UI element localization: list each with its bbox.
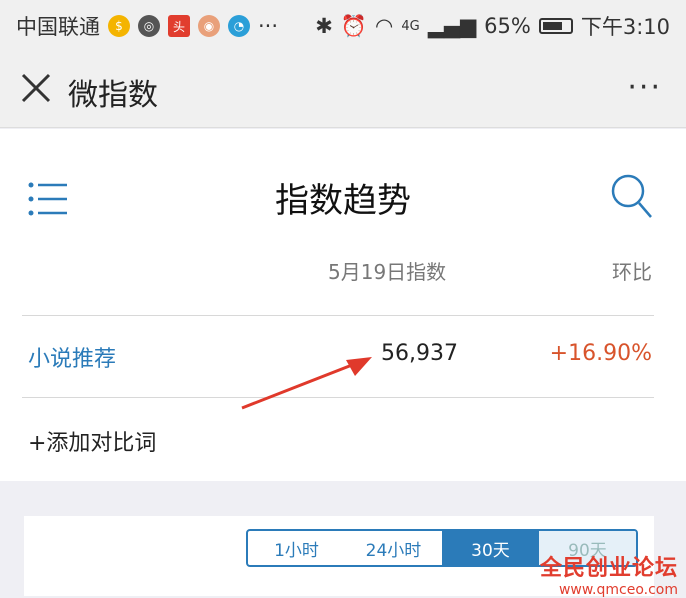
divider [22, 315, 654, 316]
tab-24-hours[interactable]: 24小时 [345, 531, 442, 565]
coin-app-icon: $ [108, 15, 130, 37]
signal-icon: ▂▄▆ [427, 14, 477, 38]
watermark-title: 全民创业论坛 [539, 556, 678, 581]
index-value: 56,937 [381, 341, 458, 366]
status-left: 中国联通 $ ◎ 头 ◉ ◔ ··· [16, 11, 278, 41]
location-pin-icon: ◉ [198, 15, 220, 37]
wifi-icon: ◠ [375, 14, 394, 38]
wechat-icon: ◎ [138, 15, 160, 37]
status-right: ✱ ⏰ ◠ 4G ▂▄▆ 65% 下午3:10 [315, 11, 670, 41]
news-app-icon: 头 [168, 15, 190, 37]
keyword-link[interactable]: 小说推荐 [28, 341, 116, 373]
watermark: 全民创业论坛 www.qmceo.com [540, 550, 678, 598]
column-header-date-index: 5月19日指数 [328, 260, 447, 284]
ratio-change: +16.90% [549, 341, 652, 366]
app-title: 微指数 [68, 78, 158, 113]
signal-label: 4G [401, 18, 420, 34]
browser-icon: ◔ [228, 15, 250, 37]
index-trend-card: 指数趋势 5月19日指数 环比 小说推荐 56,937 +16.90% +添加对… [0, 129, 686, 481]
search-icon [611, 174, 652, 218]
close-icon [21, 73, 51, 103]
page-title: 指数趋势 [275, 181, 411, 221]
more-options-button[interactable]: ··· [627, 70, 662, 105]
divider [22, 397, 654, 398]
tab-30-days[interactable]: 30天 [442, 531, 539, 565]
tab-1-hour[interactable]: 1小时 [248, 531, 345, 565]
carrier-label: 中国联通 [16, 15, 100, 39]
close-button[interactable] [20, 72, 52, 104]
alarm-icon: ⏰ [340, 13, 367, 38]
search-button[interactable] [610, 173, 654, 221]
status-bar: 中国联通 $ ◎ 头 ◉ ◔ ··· ✱ ⏰ ◠ 4G ▂▄▆ 65% 下午3:… [0, 0, 686, 52]
title-bar: 微指数 ··· [0, 52, 686, 128]
bluetooth-icon: ✱ [315, 14, 333, 38]
column-header-ratio: 环比 [612, 260, 652, 284]
add-compare-word-button[interactable]: +添加对比词 [28, 425, 156, 457]
clock-time: 下午3:10 [580, 15, 670, 39]
more-notifications-icon: ··· [258, 14, 279, 38]
battery-icon [538, 18, 573, 34]
battery-percent: 65% [484, 14, 531, 38]
